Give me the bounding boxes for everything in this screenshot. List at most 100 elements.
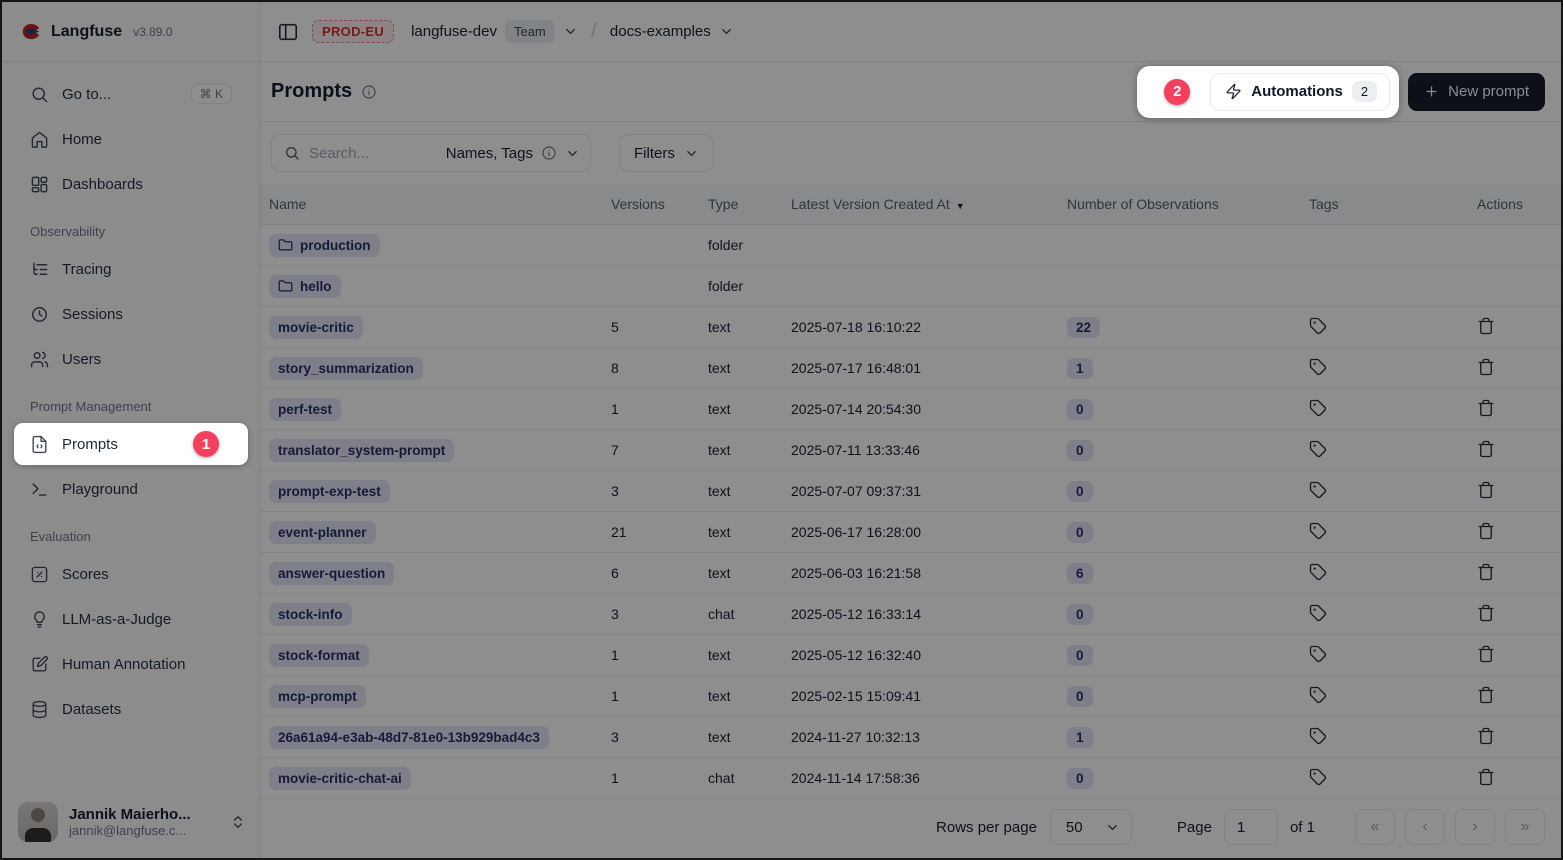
trash-icon[interactable] [1477,522,1495,540]
sidebar-item-llm-as-a-judge[interactable]: LLM-as-a-Judge [14,598,248,640]
prompt-name-badge[interactable]: production [269,234,380,257]
observations-count-badge[interactable]: 0 [1067,481,1093,502]
observations-count-badge[interactable]: 1 [1067,727,1093,748]
chevron-down-icon [1105,820,1120,835]
prompt-name-badge[interactable]: story_summarization [269,357,423,380]
prompt-name-badge[interactable]: perf-test [269,398,341,421]
type-cell: text [708,647,791,663]
observations-count-badge[interactable]: 0 [1067,768,1093,789]
page-number-input[interactable] [1224,809,1278,845]
trash-icon[interactable] [1477,481,1495,499]
table-row[interactable]: story_summarization 8 text 2025-07-17 16… [261,348,1561,389]
observations-count-badge[interactable]: 0 [1067,440,1093,461]
trash-icon[interactable] [1477,440,1495,458]
tag-icon[interactable] [1309,563,1327,581]
prompt-name-badge[interactable]: event-planner [269,521,376,544]
prompt-name-badge[interactable]: translator_system-prompt [269,439,454,462]
prompt-name-badge[interactable]: answer-question [269,562,394,585]
column-header-latest-version-created-at[interactable]: Latest Version Created At▼ [791,196,1067,212]
search-scope-selector[interactable]: Names, Tags [446,145,580,162]
trash-icon[interactable] [1477,317,1495,335]
prompt-name-badge[interactable]: movie-critic-chat-ai [269,767,411,790]
previous-page-button[interactable]: ‹ [1405,809,1445,845]
trash-icon[interactable] [1477,399,1495,417]
observations-cell: 1 [1067,727,1309,748]
prompt-name-badge[interactable]: mcp-prompt [269,685,366,708]
prompt-name-badge[interactable]: movie-critic [269,316,363,339]
tag-icon[interactable] [1309,358,1327,376]
table-row[interactable]: stock-info 3 chat 2025-05-12 16:33:14 0 [261,594,1561,635]
trash-icon[interactable] [1477,727,1495,745]
observations-count-badge[interactable]: 0 [1067,686,1093,707]
prompt-name-badge[interactable]: prompt-exp-test [269,480,390,503]
table-row[interactable]: production folder [261,225,1561,266]
rows-per-page-select[interactable]: 50 [1050,809,1132,845]
table-row[interactable]: stock-format 1 text 2025-05-12 16:32:40 … [261,635,1561,676]
filters-button[interactable]: Filters [619,134,714,172]
organization-switcher[interactable]: langfuse-dev Team [407,20,578,43]
prompt-name-badge[interactable]: stock-info [269,603,352,626]
observations-count-badge[interactable]: 6 [1067,563,1093,584]
tag-icon[interactable] [1309,522,1327,540]
observations-count-badge[interactable]: 1 [1067,358,1093,379]
sidebar-item-sessions[interactable]: Sessions [14,293,248,335]
tag-icon[interactable] [1309,481,1327,499]
sidebar-item-home[interactable]: Home [14,118,248,160]
trash-icon[interactable] [1477,645,1495,663]
automations-button[interactable]: Automations 2 [1210,73,1390,111]
tag-icon[interactable] [1309,645,1327,663]
tag-icon[interactable] [1309,604,1327,622]
tag-icon[interactable] [1309,768,1327,786]
table-row[interactable]: translator_system-prompt 7 text 2025-07-… [261,430,1561,471]
tag-icon[interactable] [1309,399,1327,417]
table-row[interactable]: hello folder [261,266,1561,307]
observations-count-badge[interactable]: 0 [1067,522,1093,543]
sidebar-item-scores[interactable]: Scores [14,553,248,595]
first-page-button[interactable]: « [1355,809,1395,845]
tag-icon[interactable] [1309,317,1327,335]
prompt-name-badge[interactable]: stock-format [269,644,369,667]
sidebar-item-playground[interactable]: Playground [14,468,248,510]
observations-count-badge[interactable]: 0 [1067,604,1093,625]
search-input[interactable]: Search... Names, Tags [271,134,591,172]
sidebar-item-dashboards[interactable]: Dashboards [14,163,248,205]
user-menu[interactable]: Jannik Maierho... jannik@langfuse.c... [2,792,260,858]
tag-icon[interactable] [1309,440,1327,458]
trash-icon[interactable] [1477,768,1495,786]
actions-cell [1469,768,1561,789]
sidebar-item-datasets[interactable]: Datasets [14,688,248,730]
prompt-name-badge[interactable]: hello [269,275,341,298]
versions-cell: 5 [611,319,708,335]
trash-icon[interactable] [1477,686,1495,704]
tag-icon[interactable] [1309,727,1327,745]
table-row[interactable]: 26a61a94-e3ab-48d7-81e0-13b929bad4c3 3 t… [261,717,1561,758]
trash-icon[interactable] [1477,563,1495,581]
observations-count-badge[interactable]: 0 [1067,645,1093,666]
new-prompt-button[interactable]: New prompt [1408,73,1545,111]
table-row[interactable]: prompt-exp-test 3 text 2025-07-07 09:37:… [261,471,1561,512]
prompt-name-badge[interactable]: 26a61a94-e3ab-48d7-81e0-13b929bad4c3 [269,726,549,749]
table-row[interactable]: mcp-prompt 1 text 2025-02-15 15:09:41 0 [261,676,1561,717]
info-icon[interactable] [361,84,377,100]
project-switcher[interactable]: docs-examples [610,23,734,40]
sidebar-toggle-icon[interactable] [277,21,299,43]
sidebar-item-human-annotation[interactable]: Human Annotation [14,643,248,685]
section-label-evaluation: Evaluation [2,529,260,544]
trash-icon[interactable] [1477,358,1495,376]
table-row[interactable]: answer-question 6 text 2025-06-03 16:21:… [261,553,1561,594]
table-row[interactable]: movie-critic 5 text 2025-07-18 16:10:22 … [261,307,1561,348]
sidebar-item-tracing[interactable]: Tracing [14,248,248,290]
observations-count-badge[interactable]: 22 [1067,317,1100,338]
table-row[interactable]: perf-test 1 text 2025-07-14 20:54:30 0 [261,389,1561,430]
breadcrumb-separator: / [591,18,597,44]
sidebar-item-prompts[interactable]: Prompts1 [14,423,248,465]
table-row[interactable]: event-planner 21 text 2025-06-17 16:28:0… [261,512,1561,553]
next-page-button[interactable]: › [1455,809,1495,845]
trash-icon[interactable] [1477,604,1495,622]
last-page-button[interactable]: » [1505,809,1545,845]
table-row[interactable]: movie-critic-chat-ai 1 chat 2024-11-14 1… [261,758,1561,799]
sidebar-item-users[interactable]: Users [14,338,248,380]
tag-icon[interactable] [1309,686,1327,704]
sidebar-item-goto[interactable]: Go to... ⌘ K [14,73,248,115]
observations-count-badge[interactable]: 0 [1067,399,1093,420]
